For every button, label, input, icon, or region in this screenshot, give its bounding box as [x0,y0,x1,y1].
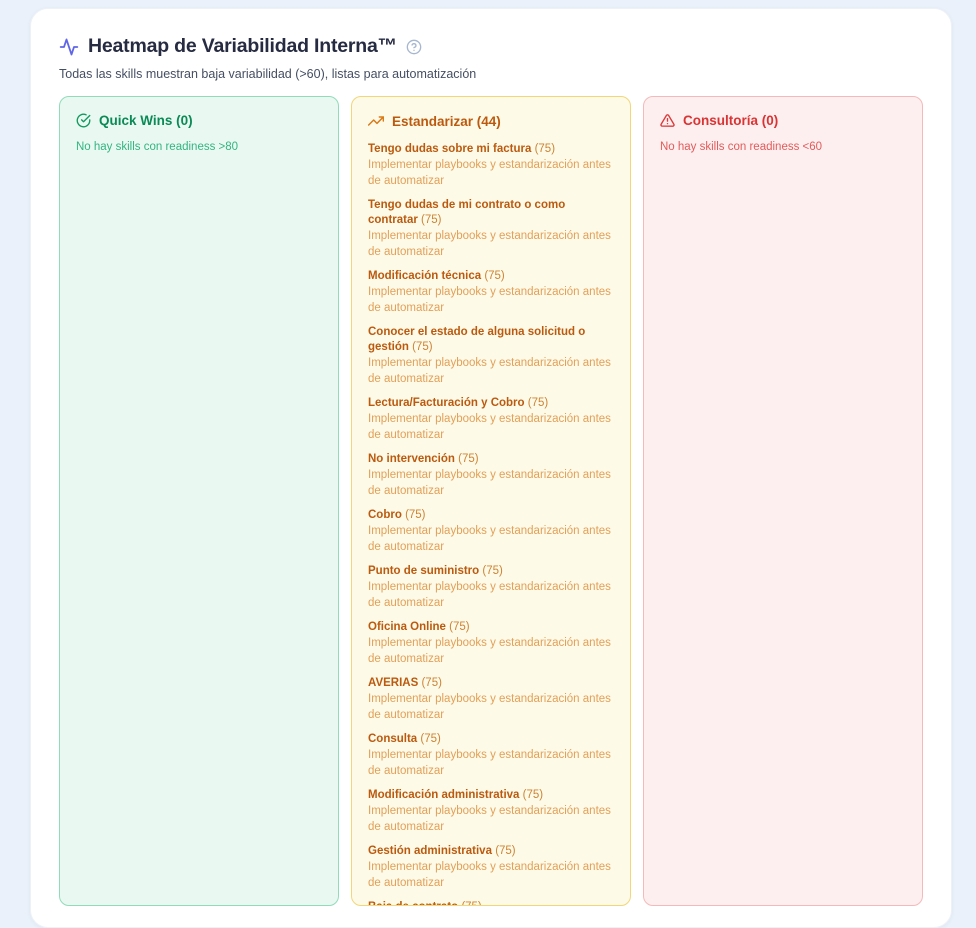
skill-item: Conocer el estado de alguna solicitud o … [368,325,614,387]
skill-name: No intervención [368,453,458,465]
skill-name: Punto de suministro [368,565,482,577]
skill-item: Punto de suministro (75) Implementar pla… [368,564,614,611]
skill-score: (75) [405,509,425,521]
estandarizar-title: Estandarizar (44) [392,114,501,129]
skill-name: Baja de contrato [368,901,461,906]
skill-score: (75) [449,621,469,633]
skill-name: Gestión administrativa [368,845,495,857]
skill-name: Consulta [368,733,420,745]
skill-item: Consulta (75) Implementar playbooks y es… [368,732,614,779]
skill-name: Lectura/Facturación y Cobro [368,397,528,409]
skill-name: Conocer el estado de alguna solicitud o … [368,326,585,353]
quick-wins-empty-message: No hay skills con readiness >80 [76,141,322,153]
skill-score: (75) [412,341,432,353]
page-subtitle: Todas las skills muestran baja variabili… [59,67,923,81]
skill-score: (75) [484,270,504,282]
check-circle-icon [76,113,91,128]
skill-item: Oficina Online (75) Implementar playbook… [368,620,614,667]
skill-item: Tengo dudas sobre mi factura (75) Implem… [368,142,614,189]
heatmap-card: Heatmap de Variabilidad Interna™ Todas l… [30,8,952,928]
skill-name: Cobro [368,509,405,521]
consultoria-column: Consultoría (0) No hay skills con readin… [643,96,923,906]
skill-note: Implementar playbooks y estandarización … [368,579,614,611]
quick-wins-column: Quick Wins (0) No hay skills con readine… [59,96,339,906]
quick-wins-header: Quick Wins (0) [76,113,322,128]
skill-note: Implementar playbooks y estandarización … [368,157,614,189]
skill-score: (75) [458,453,478,465]
skill-name: Tengo dudas de mi contrato o como contra… [368,199,565,226]
skill-score: (75) [421,214,441,226]
skill-score: (75) [495,845,515,857]
skill-note: Implementar playbooks y estandarización … [368,284,614,316]
estandarizar-header: Estandarizar (44) [368,113,614,129]
skill-name: AVERIAS [368,677,421,689]
skill-note: Implementar playbooks y estandarización … [368,523,614,555]
skill-score: (75) [421,677,441,689]
skill-item: Baja de contrato (75) Implementar playbo… [368,900,614,906]
activity-pulse-icon [59,37,79,57]
skill-note: Implementar playbooks y estandarización … [368,411,614,443]
help-circle-icon[interactable] [406,39,422,55]
skill-note: Implementar playbooks y estandarización … [368,228,614,260]
skill-note: Implementar playbooks y estandarización … [368,803,614,835]
skill-item: Tengo dudas de mi contrato o como contra… [368,198,614,260]
skill-item: Lectura/Facturación y Cobro (75) Impleme… [368,396,614,443]
skill-score: (75) [482,565,502,577]
skill-note: Implementar playbooks y estandarización … [368,691,614,723]
skill-item: AVERIAS (75) Implementar playbooks y est… [368,676,614,723]
skill-note: Implementar playbooks y estandarización … [368,355,614,387]
skill-item: No intervención (75) Implementar playboo… [368,452,614,499]
skill-score: (75) [528,397,548,409]
skill-item: Modificación técnica (75) Implementar pl… [368,269,614,316]
skill-score: (75) [461,901,481,906]
skill-item: Cobro (75) Implementar playbooks y estan… [368,508,614,555]
estandarizar-column: Estandarizar (44) Tengo dudas sobre mi f… [351,96,631,906]
skill-item: Modificación administrativa (75) Impleme… [368,788,614,835]
skill-name: Tengo dudas sobre mi factura [368,143,535,155]
skill-note: Implementar playbooks y estandarización … [368,859,614,891]
skill-note: Implementar playbooks y estandarización … [368,467,614,499]
skill-list: Tengo dudas sobre mi factura (75) Implem… [368,142,614,906]
consultoria-empty-message: No hay skills con readiness <60 [660,141,906,153]
alert-triangle-icon [660,113,675,128]
quick-wins-title: Quick Wins (0) [99,113,193,128]
page-title: Heatmap de Variabilidad Interna™ [88,35,397,58]
consultoria-title: Consultoría (0) [683,113,778,128]
skill-score: (75) [420,733,440,745]
skill-score: (75) [535,143,555,155]
skill-score: (75) [523,789,543,801]
skill-name: Oficina Online [368,621,449,633]
skill-name: Modificación administrativa [368,789,523,801]
heatmap-grid: Quick Wins (0) No hay skills con readine… [59,96,923,906]
consultoria-header: Consultoría (0) [660,113,906,128]
skill-item: Gestión administrativa (75) Implementar … [368,844,614,891]
title-row: Heatmap de Variabilidad Interna™ [59,35,923,58]
skill-name: Modificación técnica [368,270,484,282]
skill-note: Implementar playbooks y estandarización … [368,635,614,667]
trending-up-icon [368,113,384,129]
skill-note: Implementar playbooks y estandarización … [368,747,614,779]
